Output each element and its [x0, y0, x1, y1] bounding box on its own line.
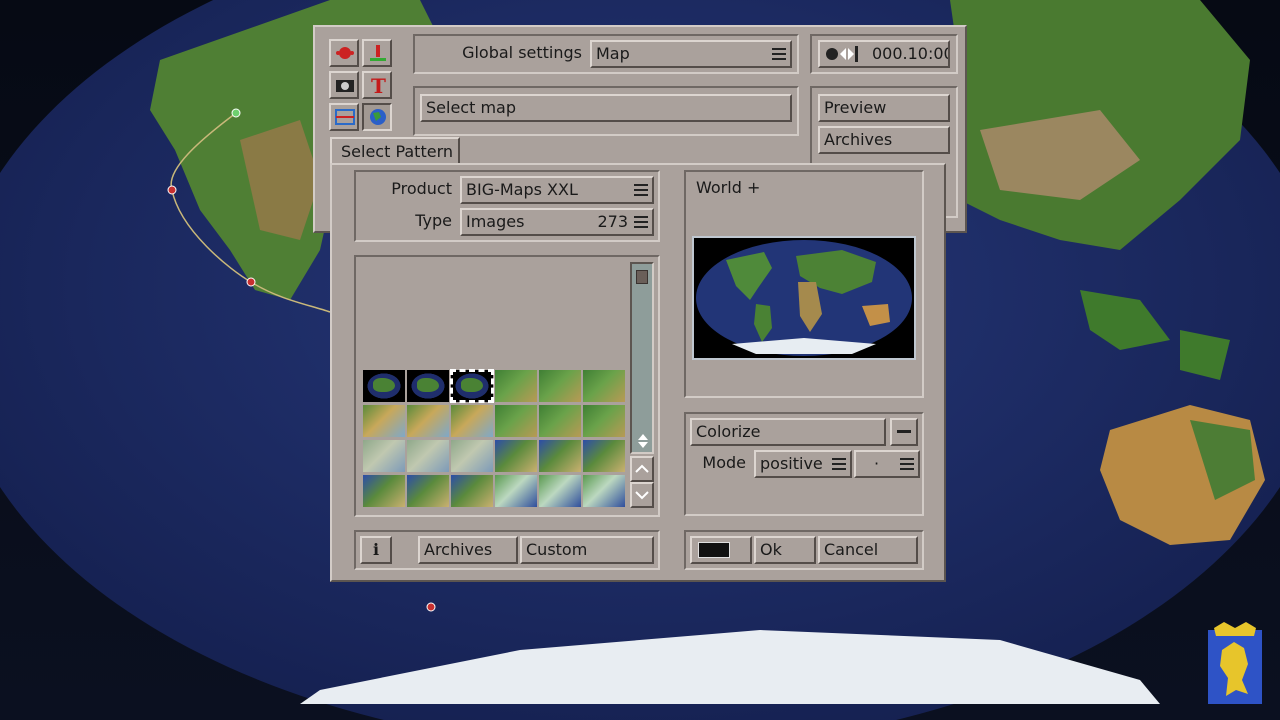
route-point[interactable] — [246, 277, 256, 287]
menu-icon — [772, 48, 786, 60]
pattern-thumbnail[interactable] — [407, 405, 449, 437]
type-label: Type — [415, 211, 452, 230]
audio-mixer-icon — [370, 45, 386, 61]
colorize-mode-select[interactable]: positive — [754, 450, 852, 478]
colorize-button[interactable]: Colorize — [690, 418, 886, 446]
preview-title: World + — [696, 178, 761, 197]
pattern-thumbnail[interactable] — [539, 370, 581, 402]
chevron-up-icon — [635, 464, 649, 473]
globe-tool-button[interactable] — [362, 103, 392, 131]
select-map-button[interactable]: Select map — [420, 94, 792, 122]
mode-select-value: Map — [596, 44, 630, 63]
colorize-sub-select[interactable]: · — [854, 450, 920, 478]
pattern-thumbnail[interactable] — [363, 405, 405, 437]
globe-icon — [370, 109, 386, 125]
pattern-thumbnail[interactable] — [451, 475, 493, 507]
colorize-sub-value: · — [874, 454, 880, 473]
route-point[interactable] — [167, 185, 177, 195]
effects-tool-button[interactable] — [329, 39, 359, 67]
audio-mixer-tool-button[interactable] — [362, 39, 392, 67]
mode-label: Mode — [702, 453, 746, 472]
route-point-start[interactable] — [231, 108, 241, 118]
pattern-preview-image — [692, 236, 916, 360]
thumbnail-land — [461, 378, 483, 392]
ok-button[interactable]: Ok — [754, 536, 816, 564]
product-select[interactable]: BIG-Maps XXL — [460, 176, 654, 204]
camera-icon — [336, 80, 354, 92]
title-text-icon: T — [371, 75, 386, 95]
transition-icon — [335, 109, 355, 125]
pattern-thumbnail[interactable] — [583, 370, 625, 402]
pattern-thumbnail[interactable] — [363, 440, 405, 472]
color-swatch — [698, 542, 730, 558]
pattern-thumbnail[interactable] — [495, 440, 537, 472]
pattern-thumbnail[interactable] — [407, 475, 449, 507]
pattern-thumbnail[interactable] — [407, 440, 449, 472]
menu-icon — [832, 458, 846, 470]
pattern-thumbnail[interactable] — [583, 475, 625, 507]
pattern-thumbnail[interactable] — [539, 405, 581, 437]
pattern-thumbnail[interactable] — [407, 370, 449, 402]
type-count: 273 — [597, 212, 628, 231]
camera-tool-button[interactable] — [329, 71, 359, 99]
cancel-button[interactable]: Cancel — [818, 536, 918, 564]
color-swatch-button[interactable] — [690, 536, 752, 564]
product-value: BIG-Maps XXL — [466, 180, 578, 199]
type-value: Images — [466, 212, 525, 231]
archives-button[interactable]: Archives — [418, 536, 518, 564]
pattern-thumbnail[interactable] — [583, 405, 625, 437]
svg-text:T: T — [371, 75, 386, 95]
pattern-thumbnail[interactable] — [495, 370, 537, 402]
pattern-thumbnail[interactable] — [450, 369, 494, 403]
heraldic-lion-logo-icon — [1208, 622, 1262, 704]
scrollbar-thumb[interactable] — [636, 270, 648, 284]
archives-top-button[interactable]: Archives — [818, 126, 950, 154]
pattern-thumbnail[interactable] — [363, 370, 405, 402]
thumbnail-land — [417, 378, 439, 392]
scroll-up-button[interactable] — [630, 456, 654, 482]
info-button[interactable]: i — [360, 536, 392, 564]
thumbnail-land — [373, 378, 395, 392]
mode-select[interactable]: Map — [590, 40, 792, 68]
pattern-thumbnail[interactable] — [539, 440, 581, 472]
pattern-thumbnail[interactable] — [495, 405, 537, 437]
menu-icon — [900, 458, 914, 470]
colorize-mode-value: positive — [760, 454, 823, 473]
menu-icon — [634, 216, 648, 228]
info-icon: i — [372, 540, 380, 559]
pattern-thumbnail[interactable] — [495, 475, 537, 507]
transition-tool-button[interactable] — [329, 103, 359, 131]
scroll-position-icon — [638, 434, 648, 448]
minus-icon — [897, 430, 911, 433]
custom-button[interactable]: Custom — [520, 536, 654, 564]
thumbnail-scrollbar[interactable] — [630, 262, 654, 454]
timecode-button[interactable]: 000.10:00 — [818, 40, 950, 68]
product-label: Product — [391, 179, 452, 198]
pattern-thumbnail[interactable] — [539, 475, 581, 507]
pattern-thumbnail[interactable] — [583, 440, 625, 472]
scroll-down-button[interactable] — [630, 482, 654, 508]
effects-icon — [336, 47, 354, 59]
pattern-thumbnail[interactable] — [451, 405, 493, 437]
menu-icon — [634, 184, 648, 196]
chevron-down-icon — [635, 491, 649, 500]
route-point[interactable] — [426, 602, 436, 612]
pattern-thumbnail[interactable] — [451, 440, 493, 472]
type-select[interactable]: Images 273 — [460, 208, 654, 236]
timecode-value: 000.10:00 — [872, 44, 950, 63]
global-settings-label: Global settings — [462, 43, 582, 62]
colorize-toggle-button[interactable] — [890, 418, 918, 446]
preview-button[interactable]: Preview — [818, 94, 950, 122]
pattern-thumbnail[interactable] — [363, 475, 405, 507]
title-text-tool-button[interactable]: T — [362, 71, 392, 99]
record-icon — [826, 46, 858, 62]
